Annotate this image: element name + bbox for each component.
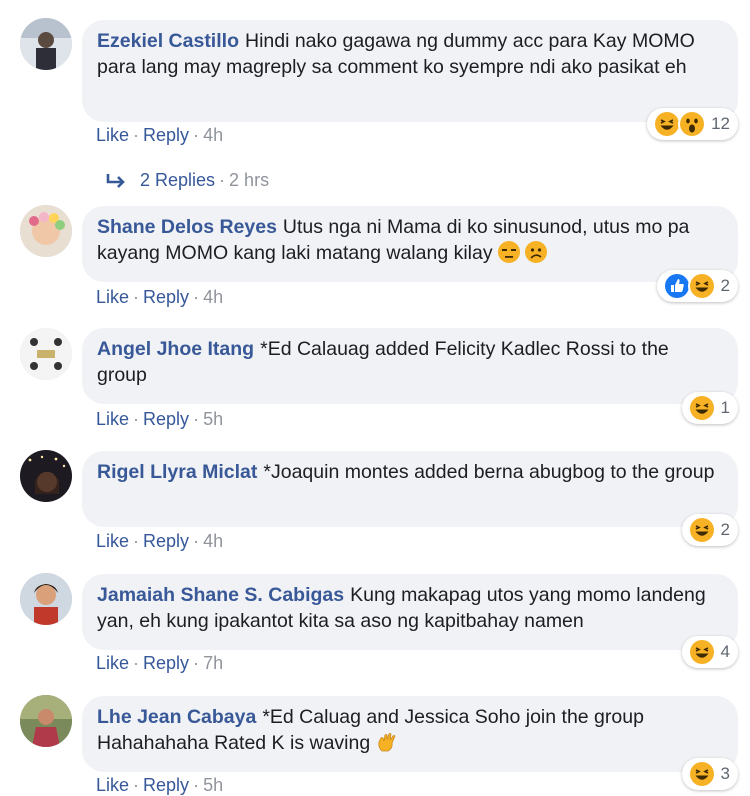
like-link[interactable]: Like bbox=[96, 125, 129, 145]
replies-count[interactable]: 2 Replies bbox=[140, 170, 215, 191]
avatar[interactable] bbox=[20, 450, 72, 502]
view-replies[interactable]: 2 Replies · 2 hrs bbox=[104, 170, 269, 191]
comment-bubble: Rigel Llyra Miclat *Joaquin montes added … bbox=[82, 451, 738, 527]
reply-link[interactable]: Reply bbox=[143, 125, 189, 145]
reaction-count: 1 bbox=[720, 398, 730, 417]
wow-icon bbox=[678, 110, 707, 138]
haha-icon bbox=[653, 110, 682, 138]
confused-emoji-icon bbox=[525, 241, 548, 263]
avatar[interactable] bbox=[20, 573, 72, 625]
unamused-emoji-icon bbox=[498, 241, 521, 263]
like-link[interactable]: Like bbox=[96, 775, 129, 795]
like-link[interactable]: Like bbox=[96, 409, 129, 429]
reply-link[interactable]: Reply bbox=[143, 409, 189, 429]
reaction-count: 4 bbox=[720, 642, 730, 661]
avatar[interactable] bbox=[20, 328, 72, 380]
comment-author[interactable]: Angel Jhoe Itang bbox=[97, 338, 254, 360]
comment-author[interactable]: Lhe Jean Cabaya bbox=[97, 706, 256, 728]
comment-bubble: Shane Delos Reyes Utus nga ni Mama di ko … bbox=[82, 206, 738, 282]
haha-icon bbox=[687, 638, 716, 666]
reply-arrow-icon bbox=[104, 171, 130, 191]
like-icon bbox=[662, 272, 691, 300]
like-link[interactable]: Like bbox=[96, 287, 129, 307]
reaction-summary[interactable]: 3 bbox=[681, 758, 738, 790]
comment-time[interactable]: 4h bbox=[203, 287, 223, 307]
comment-actions: Like · Reply · 4h bbox=[96, 531, 224, 551]
comment-bubble: Jamaiah Shane S. Cabigas Kung makapag uto… bbox=[82, 574, 738, 650]
like-link[interactable]: Like bbox=[96, 653, 129, 673]
avatar[interactable] bbox=[20, 695, 72, 747]
comment-actions: Like · Reply · 5h bbox=[96, 775, 224, 795]
reaction-summary[interactable]: 2 bbox=[681, 514, 738, 546]
haha-icon bbox=[687, 272, 716, 300]
comment-author[interactable]: Ezekiel Castillo bbox=[97, 30, 239, 52]
comment-author[interactable]: Rigel Llyra Miclat bbox=[97, 461, 257, 483]
comment-actions: Like · Reply · 7h bbox=[96, 653, 224, 673]
comment-time[interactable]: 7h bbox=[203, 653, 223, 673]
reply-link[interactable]: Reply bbox=[143, 287, 189, 307]
avatar[interactable] bbox=[20, 205, 72, 257]
comment-actions: Like · Reply · 4h bbox=[96, 287, 224, 307]
replies-time: 2 hrs bbox=[229, 170, 270, 190]
comment-author[interactable]: Shane Delos Reyes bbox=[97, 216, 277, 238]
reply-link[interactable]: Reply bbox=[143, 531, 189, 551]
reaction-count: 3 bbox=[720, 764, 730, 783]
reaction-summary[interactable]: 4 bbox=[681, 636, 738, 668]
reaction-count: 12 bbox=[711, 114, 730, 133]
reaction-count: 2 bbox=[720, 276, 730, 295]
comment-author[interactable]: Jamaiah Shane S. Cabigas bbox=[97, 584, 344, 606]
comment-time[interactable]: 4h bbox=[203, 531, 223, 551]
reply-link[interactable]: Reply bbox=[143, 775, 189, 795]
reaction-summary[interactable]: 12 bbox=[647, 108, 738, 140]
comment-time[interactable]: 5h bbox=[203, 775, 223, 795]
comment-actions: Like · Reply · 4h bbox=[96, 125, 224, 145]
reaction-summary[interactable]: 1 bbox=[681, 392, 738, 424]
haha-icon bbox=[687, 760, 716, 788]
reply-link[interactable]: Reply bbox=[143, 653, 189, 673]
reaction-count: 2 bbox=[720, 520, 730, 539]
comment-thread: Ezekiel Castillo Hindi nako gagawa ng dum… bbox=[0, 0, 750, 796]
comment-time[interactable]: 4h bbox=[203, 125, 223, 145]
comment-bubble: Ezekiel Castillo Hindi nako gagawa ng dum… bbox=[82, 20, 738, 122]
like-link[interactable]: Like bbox=[96, 531, 129, 551]
avatar[interactable] bbox=[20, 18, 72, 70]
waving-hand-emoji-icon bbox=[376, 731, 398, 753]
comment-text: *Joaquin montes added berna abugbog to t… bbox=[263, 461, 715, 483]
reaction-summary[interactable]: 2 bbox=[656, 270, 738, 302]
haha-icon bbox=[687, 516, 716, 544]
haha-icon bbox=[687, 394, 716, 422]
comment-actions: Like · Reply · 5h bbox=[96, 409, 224, 429]
comment-bubble: Angel Jhoe Itang *Ed Calauag added Felici… bbox=[82, 328, 738, 404]
comment-bubble: Lhe Jean Cabaya *Ed Caluag and Jessica So… bbox=[82, 696, 738, 772]
comment-time[interactable]: 5h bbox=[203, 409, 223, 429]
